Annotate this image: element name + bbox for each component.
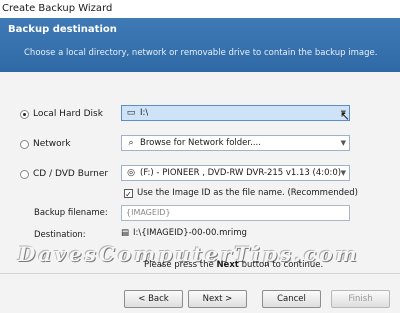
- window-title: Create Backup Wizard: [0, 0, 400, 18]
- radio-cd-dvd-burner[interactable]: CD / DVD Burner: [20, 169, 108, 179]
- radio-network[interactable]: Network: [20, 139, 71, 149]
- file-icon: ▤: [121, 228, 130, 238]
- destination-label: Destination:: [34, 230, 86, 240]
- network-label: Network: [33, 139, 71, 149]
- image-id-checkbox-row[interactable]: ✓ Use the Image ID as the file name. (Re…: [124, 188, 358, 199]
- page-subtitle: Choose a local directory, network or rem…: [24, 48, 378, 58]
- radio-button[interactable]: [20, 139, 29, 149]
- backup-filename-label: Backup filename:: [34, 208, 108, 218]
- page-title: Backup destination: [8, 24, 117, 35]
- radio-local-hard-disk[interactable]: Local Hard Disk: [20, 109, 103, 119]
- hint-next-word: Next: [216, 260, 239, 270]
- cd-dvd-label: CD / DVD Burner: [33, 169, 109, 179]
- backup-filename-input[interactable]: {IMAGEID}: [121, 205, 350, 221]
- mouse-pointer-icon: ↖: [340, 109, 351, 123]
- divider: [0, 273, 400, 274]
- hint-prefix: Please press the: [144, 260, 217, 270]
- next-button[interactable]: Next >: [188, 290, 247, 308]
- network-folder-value: Browse for Network folder....: [140, 138, 261, 148]
- chevron-down-icon[interactable]: ▼: [341, 139, 346, 147]
- local-drive-select[interactable]: ▭ I:\ ▼: [121, 105, 350, 121]
- cd-dvd-select[interactable]: ◎ (F:) - PIONEER , DVD-RW DVR-215 v1.13 …: [121, 165, 350, 181]
- chevron-down-icon[interactable]: ▼: [341, 169, 346, 177]
- checkbox-checked[interactable]: ✓: [124, 188, 133, 199]
- wizard-body: Local Hard Disk ▭ I:\ ▼ ↖ Network ⌕ Brow…: [0, 72, 400, 313]
- hint-suffix: button to continue.: [238, 260, 324, 270]
- local-hard-disk-label: Local Hard Disk: [33, 109, 103, 119]
- cd-dvd-value: (F:) - PIONEER , DVD-RW DVR-215 v1.13 (4…: [140, 168, 342, 178]
- cancel-button[interactable]: Cancel: [262, 290, 321, 308]
- back-button[interactable]: < Back: [124, 290, 183, 308]
- continue-hint: Please press the Next button to continue…: [144, 260, 323, 270]
- finish-button[interactable]: Finish: [331, 290, 390, 308]
- search-icon: ⌕: [128, 138, 134, 148]
- disc-icon: ◎: [127, 168, 135, 178]
- destination-path: ▤ I:\{IMAGEID}-00-00.mrimg: [121, 228, 247, 238]
- destination-value: I:\{IMAGEID}-00-00.mrimg: [133, 228, 247, 238]
- image-id-checkbox-label: Use the Image ID as the file name. (Reco…: [137, 188, 358, 198]
- local-drive-value: I:\: [140, 108, 149, 118]
- drive-icon: ▭: [126, 108, 136, 118]
- radio-button-checked[interactable]: [20, 109, 29, 119]
- radio-button[interactable]: [20, 169, 29, 179]
- network-folder-select[interactable]: ⌕ Browse for Network folder.... ▼: [121, 135, 350, 151]
- header-banner: Backup destination Choose a local direct…: [0, 18, 400, 72]
